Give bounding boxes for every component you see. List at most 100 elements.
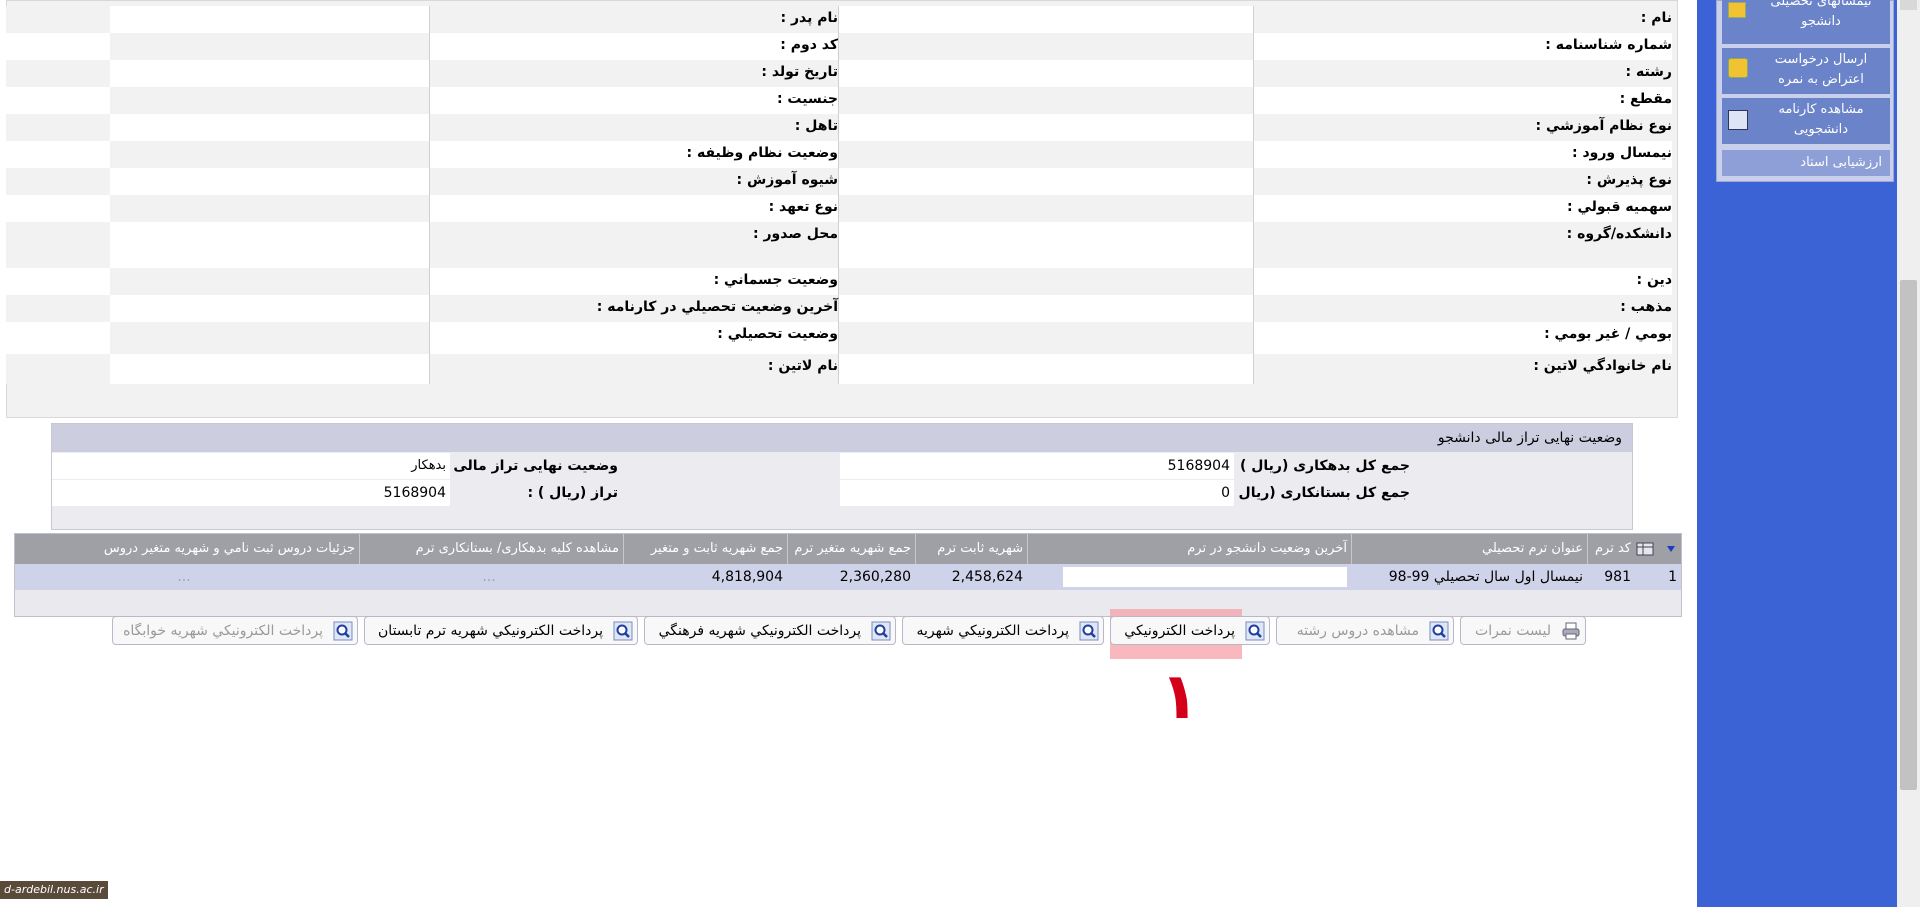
grid-header: کد ترم عنوان ترم تحصيلي آخرين وضعيت دانش…: [15, 534, 1681, 564]
info-label: جنسيت :: [420, 87, 838, 114]
col-debit-credit[interactable]: مشاهده کليه بدهکاری/ بستانکاری ترم: [359, 534, 623, 564]
search-icon: [1079, 621, 1099, 641]
grade-list-button[interactable]: ليست نمرات: [1460, 616, 1586, 645]
balance-value: 5168904: [52, 480, 450, 506]
info-value: [838, 60, 1254, 87]
financial-row-debit: جمع کل بدهکاری (ریال ) : 5168904 وضعیت ن…: [52, 453, 1632, 479]
info-pad: [6, 222, 110, 268]
info-pad: [6, 33, 110, 60]
col-variable-fee[interactable]: جمع شهريه متغير ترم: [787, 534, 915, 564]
col-term-code[interactable]: کد ترم: [1587, 534, 1635, 564]
sidebar-item-grade-objection[interactable]: ارسال درخواست اعتراض به نمره: [1722, 48, 1890, 94]
total-fee-cell: 4,818,904: [711, 569, 783, 585]
info-label: وضعيت نظام وظيفه :: [420, 141, 838, 168]
info-row: نوع پذيرش : شيوه آموزش :: [6, 168, 1672, 195]
financial-status-title: وضعیت نهایی تراز مالی دانشجو: [52, 424, 1632, 452]
info-label: نام لاتين :: [420, 354, 838, 384]
row-index: 1: [1668, 569, 1677, 585]
info-value: [838, 6, 1254, 33]
info-label: بومي / غير بومي :: [1254, 322, 1672, 354]
info-value: [838, 354, 1254, 384]
info-pad: [6, 141, 110, 168]
info-label: نام :: [1254, 6, 1672, 33]
search-icon: [1429, 621, 1449, 641]
electronic-payment-button[interactable]: پرداخت الکترونيکي: [1110, 616, 1270, 645]
info-label: نوع پذيرش :: [1254, 168, 1672, 195]
info-label: کد دوم :: [420, 33, 838, 60]
info-label: وضعيت تحصيلي :: [420, 322, 838, 354]
total-debit-label: جمع کل بدهکاری (ریال ) :: [1229, 458, 1410, 474]
info-label: مذهب :: [1254, 295, 1672, 322]
info-label: نيمسال ورود :: [1254, 141, 1672, 168]
info-row: نوع نظام آموزشي : تاهل :: [6, 114, 1672, 141]
watermark: d-ardebil.nus.ac.ir: [0, 881, 108, 899]
info-pad: [6, 87, 110, 114]
info-pad: [6, 195, 110, 222]
fixed-fee-cell: 2,458,624: [951, 569, 1023, 585]
info-row: نام : نام پدر :: [6, 6, 1672, 33]
info-label: تاهل :: [420, 114, 838, 141]
scrollbar-thumb[interactable]: [1900, 280, 1917, 790]
info-value: [110, 114, 430, 141]
total-debit-value: 5168904: [840, 453, 1234, 479]
sidebar-item-teacher-evaluation[interactable]: ارزشیابی استاد: [1722, 150, 1890, 176]
info-label: دين :: [1254, 268, 1672, 295]
info-pad: [6, 168, 110, 195]
info-row: دانشکده/گروه : محل صدور :: [6, 222, 1672, 268]
info-value: [838, 87, 1254, 114]
sidebar-item-transcript[interactable]: مشاهده کارنامه دانشجویی: [1722, 98, 1890, 144]
view-major-courses-button[interactable]: مشاهده دروس رشته: [1276, 616, 1454, 645]
info-label: شيوه آموزش :: [420, 168, 838, 195]
col-last-status[interactable]: آخرين وضعيت دانشجو در ترم: [1027, 534, 1351, 564]
info-pad: [6, 114, 110, 141]
search-icon: [333, 621, 353, 641]
col-fixed-fee[interactable]: شهريه ثابت ترم: [915, 534, 1027, 564]
info-value: [110, 168, 430, 195]
info-row: مقطع : جنسيت :: [6, 87, 1672, 114]
cultural-tuition-button[interactable]: پرداخت الکترونيکي شهريه فرهنگي: [644, 616, 896, 645]
col-total-fee[interactable]: جمع شهريه ثابت و متغير: [623, 534, 787, 564]
summer-tuition-button[interactable]: پرداخت الکترونيکي شهريه ترم تابستان: [364, 616, 638, 645]
info-label: نام خانوادگي لاتين :: [1254, 354, 1672, 384]
annotation-number: ۱: [1160, 660, 1200, 734]
term-title-cell: نيمسال اول سال تحصيلي 99-98: [1388, 569, 1583, 585]
dorm-tuition-button[interactable]: پرداخت الکترونيکي شهريه خوابگاه: [112, 616, 358, 645]
info-pad: [6, 60, 110, 87]
col-term-title[interactable]: عنوان ترم تحصيلي: [1351, 534, 1587, 564]
info-value: [838, 195, 1254, 222]
grid-dropdown-icon[interactable]: [1659, 534, 1681, 564]
details-link[interactable]: ...: [13, 564, 359, 590]
info-row: رشته : تاريخ تولد :: [6, 60, 1672, 87]
financial-row-credit: جمع کل بستانکاری (ریال ) : 0 تراز (ریال …: [52, 480, 1632, 506]
folder-icon: [1728, 2, 1746, 18]
balance-label: تراز (ریال ) :: [527, 485, 618, 501]
financial-status-box: وضعیت نهایی تراز مالی دانشجو جمع کل بدهک…: [51, 423, 1633, 530]
debit-credit-link[interactable]: ...: [359, 564, 623, 590]
sidebar-item-terms[interactable]: نیمسالهای تحصیلی دانشجو: [1722, 0, 1890, 44]
info-value: [110, 6, 430, 33]
lock-icon: [1728, 58, 1748, 78]
info-value: [110, 33, 430, 60]
info-label: سهميه قبولي :: [1254, 195, 1672, 222]
info-label: تاريخ تولد :: [420, 60, 838, 87]
info-label: رشته :: [1254, 60, 1672, 87]
tuition-payment-button[interactable]: پرداخت الکترونيکي شهريه: [902, 616, 1104, 645]
info-row: سهميه قبولي : نوع تعهد :: [6, 195, 1672, 222]
info-label: شماره شناسنامه :: [1254, 33, 1672, 60]
info-value: [838, 295, 1254, 322]
last-status-cell: [1063, 567, 1347, 587]
info-value: [110, 222, 430, 268]
info-label: مقطع :: [1254, 87, 1672, 114]
search-icon: [871, 621, 891, 641]
grid-columns-icon[interactable]: [1635, 534, 1659, 564]
col-details[interactable]: جزئيات دروس ثبت نامي و شهريه متغير دروس: [13, 534, 359, 564]
info-label: وضعيت جسماني :: [420, 268, 838, 295]
info-value: [110, 268, 430, 295]
info-value: [838, 141, 1254, 168]
table-row[interactable]: 1 981 نيمسال اول سال تحصيلي 99-98 2,458,…: [15, 564, 1681, 590]
info-pad: [6, 6, 110, 33]
total-credit-value: 0: [840, 480, 1234, 506]
scroll-up-arrow[interactable]: [1900, 0, 1917, 10]
final-status-label: وضعیت نهایی تراز مالی :: [442, 458, 618, 474]
info-value: [838, 322, 1254, 354]
